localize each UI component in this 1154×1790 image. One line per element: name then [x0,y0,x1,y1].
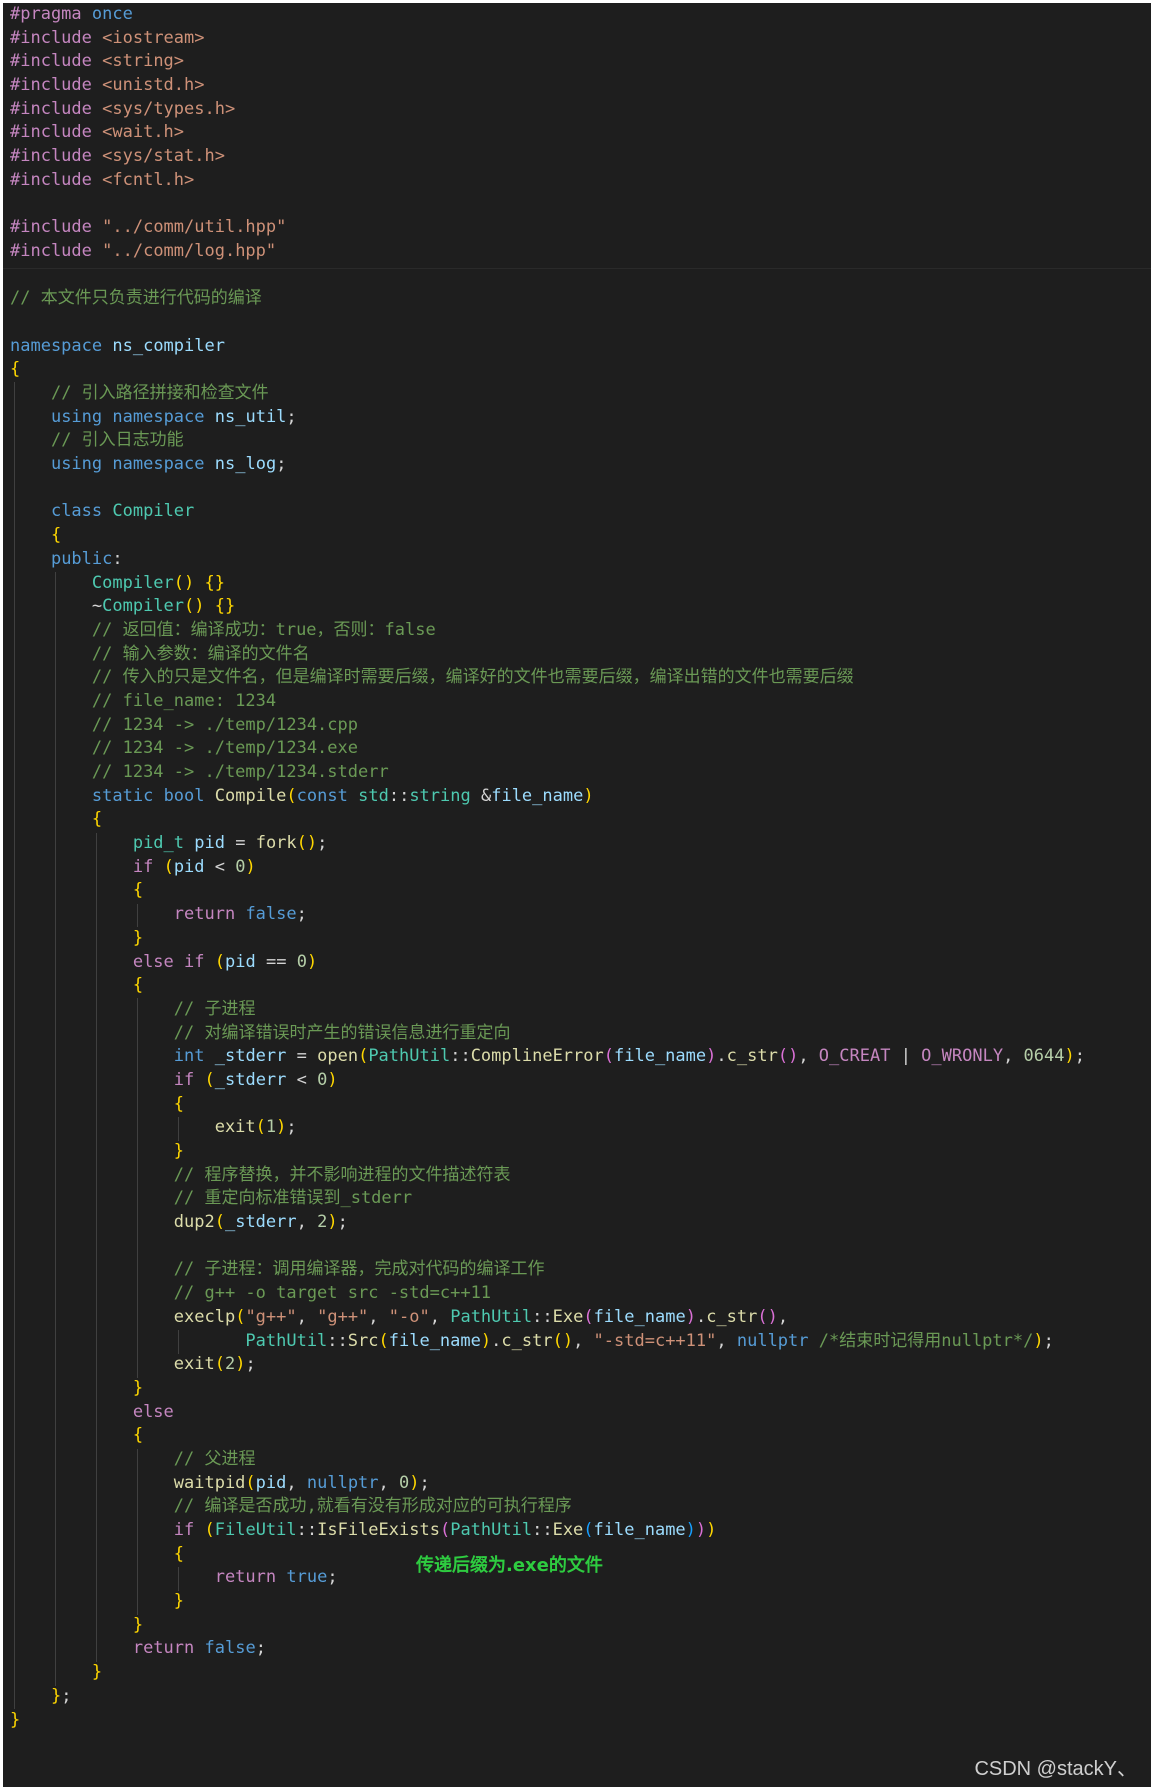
code-line[interactable]: // 1234 -> ./temp/1234.cpp [10,714,1151,738]
code-line[interactable]: #include <iostream> [10,27,1151,51]
code-line[interactable]: using namespace ns_log; [10,453,1151,477]
code-line[interactable]: // 1234 -> ./temp/1234.exe [10,737,1151,761]
code-line[interactable]: #include <sys/types.h> [10,98,1151,122]
code-line[interactable]: #pragma once [10,3,1151,27]
code-line[interactable]: { [10,524,1151,548]
code-line[interactable]: exit(1); [10,1116,1151,1140]
code-line[interactable]: // 传入的只是文件名，但是编译时需要后缀，编译好的文件也需要后缀，编译出错的文… [10,666,1151,690]
code-line[interactable]: pid_t pid = fork(); [10,832,1151,856]
code-line[interactable]: } [10,1709,1151,1733]
code-line[interactable]: // 本文件只负责进行代码的编译 [10,287,1151,311]
code-line[interactable]: public: [10,548,1151,572]
code-line[interactable]: execlp("g++", "g++", "-o", PathUtil::Exe… [10,1306,1151,1330]
code-line[interactable]: // 对编译错误时产生的错误信息进行重定向 [10,1022,1151,1046]
code-line[interactable]: int _stderr = open(PathUtil::ComplineErr… [10,1045,1151,1069]
code-line[interactable]: namespace ns_compiler [10,335,1151,359]
code-line[interactable]: if (FileUtil::IsFileExists(PathUtil::Exe… [10,1519,1151,1543]
code-line[interactable]: dup2(_stderr, 2); [10,1211,1151,1235]
code-line[interactable]: // 重定向标准错误到_stderr [10,1187,1151,1211]
code-line[interactable]: // 1234 -> ./temp/1234.stderr [10,761,1151,785]
code-line[interactable]: // g++ -o target src -std=c++11 [10,1282,1151,1306]
code-line[interactable]: if (_stderr < 0) [10,1069,1151,1093]
code-line[interactable]: }; [10,1685,1151,1709]
code-line[interactable]: return false; [10,903,1151,927]
code-line[interactable]: #include <sys/stat.h> [10,145,1151,169]
code-line[interactable]: } [10,1614,1151,1638]
code-line[interactable]: class Compiler [10,500,1151,524]
code-line[interactable]: else if (pid == 0) [10,951,1151,975]
code-line[interactable]: // 父进程 [10,1448,1151,1472]
code-line[interactable]: { [10,808,1151,832]
code-editor[interactable]: #pragma once #include <iostream> #include … [3,3,1151,1787]
code-line[interactable]: waitpid(pid, nullptr, 0); [10,1472,1151,1496]
code-line[interactable]: { [10,358,1151,382]
code-line[interactable]: } [10,1140,1151,1164]
code-line[interactable]: #include <fcntl.h> [10,169,1151,193]
code-line[interactable]: exit(2); [10,1353,1151,1377]
code-line[interactable]: ​ [10,193,1151,217]
code-line[interactable]: ​ [10,1235,1151,1259]
code-line[interactable]: ​ [10,477,1151,501]
code-line[interactable]: #include <unistd.h> [10,74,1151,98]
code-line[interactable]: #include "../comm/log.hpp" [10,240,1151,264]
code-line[interactable]: // 编译是否成功,就看有没有形成对应的可执行程序 [10,1495,1151,1519]
code-line[interactable]: return false; [10,1637,1151,1661]
code-line[interactable]: Compiler() {} [10,572,1151,596]
code-line[interactable]: if (pid < 0) [10,856,1151,880]
code-line[interactable]: static bool Compile(const std::string &f… [10,785,1151,809]
code-line[interactable]: // 子进程：调用编译器，完成对代码的编译工作 [10,1258,1151,1282]
code-line[interactable]: // 输入参数：编译的文件名 [10,643,1151,667]
code-line[interactable]: // 子进程 [10,998,1151,1022]
code-line[interactable]: { [10,974,1151,998]
code-line[interactable]: else [10,1401,1151,1425]
code-line[interactable]: // 返回值：编译成功：true，否则：false [10,619,1151,643]
code-line[interactable]: ~Compiler() {} [10,595,1151,619]
code-line[interactable]: // 引入日志功能 [10,429,1151,453]
code-line[interactable]: ​ [10,311,1151,335]
code-line[interactable]: PathUtil::Src(file_name).c_str(), "-std=… [10,1330,1151,1354]
code-line[interactable]: } [10,1661,1151,1685]
code-line[interactable]: { [10,879,1151,903]
code-lines[interactable]: #pragma once #include <iostream> #include … [10,3,1151,1732]
code-line[interactable]: } [10,1377,1151,1401]
code-line[interactable]: { [10,1093,1151,1117]
code-line[interactable]: } [10,927,1151,951]
code-line[interactable]: #include "../comm/util.hpp" [10,216,1151,240]
code-line[interactable]: // file_name: 1234 [10,690,1151,714]
annotation-label: 传递后缀为.exe的文件 [416,1555,603,1576]
code-line[interactable]: #include <wait.h> [10,121,1151,145]
watermark: CSDN @stackY、 [974,1758,1137,1780]
code-line[interactable]: // 程序替换，并不影响进程的文件描述符表 [10,1164,1151,1188]
code-line[interactable]: using namespace ns_util; [10,406,1151,430]
code-line[interactable]: ​ [10,264,1151,288]
code-line[interactable]: } [10,1590,1151,1614]
code-line[interactable]: #include <string> [10,50,1151,74]
code-line[interactable]: { [10,1424,1151,1448]
code-line[interactable]: // 引入路径拼接和检查文件 [10,382,1151,406]
